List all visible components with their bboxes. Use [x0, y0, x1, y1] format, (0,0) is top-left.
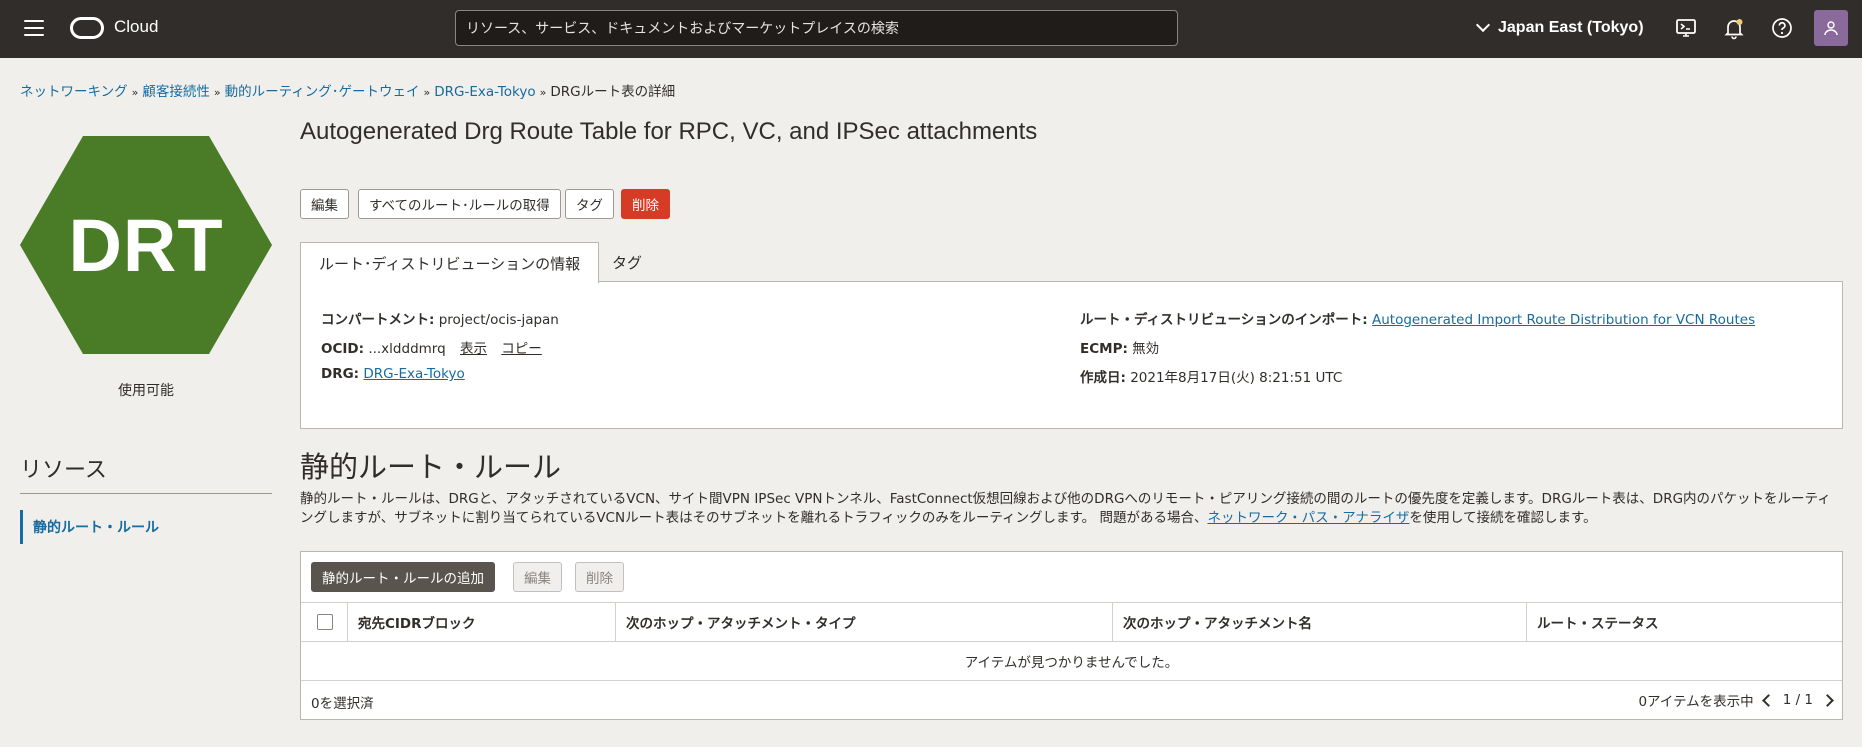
chevron-right-icon[interactable]: [1821, 693, 1834, 707]
column-destination-cidr[interactable]: 宛先CIDRブロック: [347, 603, 615, 641]
user-icon: [1824, 21, 1838, 36]
ocid-value: ...xldddmrq: [368, 341, 446, 357]
resource-hexagon-icon: DRT: [20, 136, 272, 354]
drg-link[interactable]: DRG-Exa-Tokyo: [363, 366, 464, 382]
select-all-checkbox[interactable]: [317, 614, 333, 630]
tags-button[interactable]: タグ: [565, 189, 614, 219]
top-bar: Cloud リソース、サービス、ドキュメントおよびマーケットプレイスの検索 Ja…: [0, 0, 1862, 58]
chevron-left-icon[interactable]: [1761, 693, 1775, 707]
breadcrumb: ネットワーキング» 顧客接続性» 動的ルーティング･ゲートウェイ» DRG-Exa-T…: [20, 84, 676, 100]
drg-row: DRG: DRG-Exa-Tokyo: [321, 366, 465, 382]
column-route-status[interactable]: ルート・ステータス: [1526, 603, 1842, 641]
static-route-rules-heading: 静的ルート・ルール: [300, 450, 562, 484]
breadcrumb-drg-list[interactable]: 動的ルーティング･ゲートウェイ: [225, 84, 420, 100]
page-title: Autogenerated Drg Route Table for RPC, V…: [300, 118, 1038, 145]
created-value: 2021年8月17日(火) 8:21:51 UTC: [1130, 370, 1343, 386]
ecmp-value: 無効: [1132, 341, 1160, 357]
import-distribution-link[interactable]: Autogenerated Import Route Distribution …: [1372, 312, 1755, 328]
created-row: 作成日: 2021年8月17日(火) 8:21:51 UTC: [1080, 370, 1343, 386]
static-route-rules-description: 静的ルート・ルールは、DRGと、アタッチされているVCN、サイト間VPN IPS…: [300, 491, 1831, 526]
table-header: 宛先CIDRブロック 次のホップ・アタッチメント・タイプ 次のホップ・アタッチメ…: [301, 602, 1842, 642]
ocid-row: OCID: ...xldddmrq 表示 コピー: [321, 341, 542, 357]
user-avatar[interactable]: [1814, 10, 1848, 46]
rule-edit-button[interactable]: 編集: [513, 562, 562, 592]
resource-link-static-route-rules[interactable]: 静的ルート・ルール: [20, 510, 159, 544]
oracle-logo-icon[interactable]: [70, 17, 104, 39]
resources-divider: [20, 493, 272, 494]
rules-table-panel: 静的ルート・ルールの追加 編集 削除 宛先CIDRブロック 次のホップ・アタッチ…: [300, 551, 1843, 720]
breadcrumb-networking[interactable]: ネットワーキング: [20, 84, 128, 100]
edit-button[interactable]: 編集: [300, 189, 349, 219]
resource-abbreviation: DRT: [68, 203, 224, 287]
compartment-row: コンパートメント: project/ocis-japan: [321, 312, 559, 328]
rule-delete-button[interactable]: 削除: [575, 562, 624, 592]
get-all-route-rules-button[interactable]: すべてのルート･ルールの取得: [358, 189, 561, 219]
breadcrumb-current: DRGルート表の詳細: [550, 84, 676, 100]
tab-tags[interactable]: タグ: [594, 242, 660, 282]
status-label: 使用可能: [118, 383, 174, 399]
delete-button[interactable]: 削除: [621, 189, 670, 219]
selected-count: 0を選択済: [311, 696, 374, 712]
empty-table-message: アイテムが見つかりませんでした。: [301, 642, 1842, 681]
region-label: Japan East (Tokyo): [1498, 19, 1644, 36]
add-static-route-rule-button[interactable]: 静的ルート・ルールの追加: [311, 562, 495, 592]
compartment-value: project/ocis-japan: [438, 312, 559, 328]
ecmp-row: ECMP: 無効: [1080, 341, 1160, 357]
breadcrumb-drg[interactable]: DRG-Exa-Tokyo: [434, 84, 535, 100]
column-next-hop-type[interactable]: 次のホップ・アタッチメント・タイプ: [615, 603, 1112, 641]
info-panel: コンパートメント: project/ocis-japan OCID: ...xl…: [300, 281, 1843, 429]
column-next-hop-name[interactable]: 次のホップ・アタッチメント名: [1112, 603, 1526, 641]
breadcrumb-customer-connectivity[interactable]: 顧客接続性: [142, 84, 210, 100]
notification-bell-icon[interactable]: [1722, 16, 1746, 40]
network-path-analyzer-link[interactable]: ネットワーク・パス・アナライザ: [1207, 510, 1409, 526]
cloud-shell-icon[interactable]: [1674, 16, 1698, 40]
showing-count: 0アイテムを表示中: [1638, 694, 1754, 710]
brand-name[interactable]: Cloud: [114, 17, 158, 37]
help-icon[interactable]: [1770, 16, 1794, 40]
menu-icon[interactable]: [24, 20, 44, 36]
page-indicator: 1 / 1: [1782, 692, 1813, 708]
tab-route-distribution-info[interactable]: ルート･ディストリビューションの情報: [300, 242, 600, 283]
region-selector[interactable]: Japan East (Tokyo): [1475, 17, 1644, 39]
resources-heading: リソース: [20, 458, 107, 483]
import-distribution-row: ルート・ディストリビューションのインポート: Autogenerated Imp…: [1080, 312, 1756, 328]
ocid-show-link[interactable]: 表示: [460, 341, 487, 357]
chevron-down-icon: [1475, 17, 1491, 33]
ocid-copy-link[interactable]: コピー: [501, 341, 542, 357]
pagination: 0アイテムを表示中 1 / 1: [1638, 690, 1834, 710]
search-input[interactable]: リソース、サービス、ドキュメントおよびマーケットプレイスの検索: [455, 10, 1178, 46]
